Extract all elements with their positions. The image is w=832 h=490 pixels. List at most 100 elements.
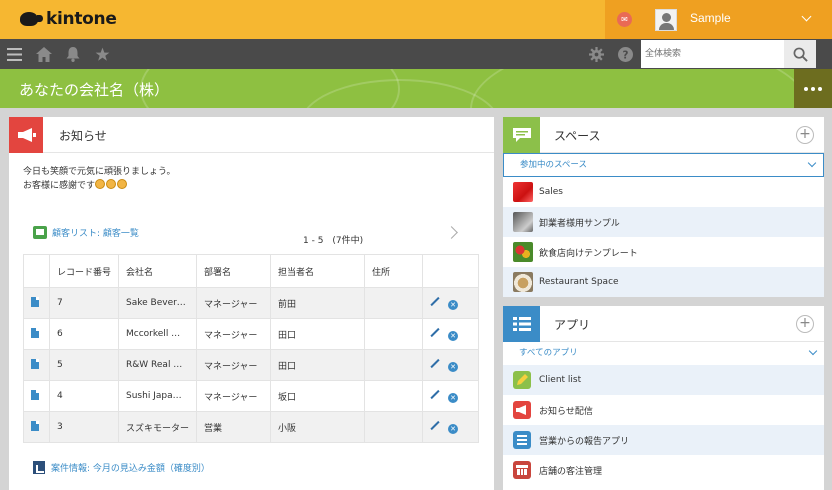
cell-address [364,287,424,319]
pencil-icon[interactable] [430,297,440,307]
document-icon [31,420,39,431]
space-item-label: 卸業者様用サンプル [539,218,620,229]
apps-filter-dropdown[interactable]: すべてのアプリ [503,342,824,366]
column-header-address[interactable]: 住所 [364,254,424,288]
table-header-row: レコード番号 会社名 部署名 担当者名 住所 [23,254,479,288]
smiley-icon [106,179,117,189]
cell-department: 営業 [196,411,272,443]
pager-text: 1 - 5 (7件中) [303,236,364,246]
more-options-button[interactable] [794,69,832,108]
home-icon[interactable] [34,39,54,69]
cell-address [364,349,424,381]
document-icon [31,327,39,338]
pencil-icon[interactable] [430,390,440,400]
dot-icon [818,86,822,91]
space-item-restaurant-template[interactable]: 飲食店向けテンプレート [503,237,824,267]
megaphone-icon [9,117,43,153]
add-space-button[interactable]: + [796,126,814,144]
pencil-icon[interactable] [430,421,440,431]
announcement-title: お知らせ [59,129,107,143]
app-item-store-orders[interactable]: 店舗の客注管理 [503,455,824,485]
spaces-panel: スペース + 参加中のスペース Sales 卸業者様用サンプル 飲食店向けテンプ… [503,117,824,297]
deal-report-label: 案件情報: 今月の見込み金額（確度別） [51,464,210,474]
cell-record-number: 5 [48,349,120,381]
cell-address [364,411,424,443]
pencil-icon[interactable] [430,328,440,338]
svg-text:?: ? [622,49,628,61]
document-icon [31,389,39,400]
document-icon [31,358,39,369]
delete-icon[interactable]: ✕ [448,423,459,434]
cell-company: スズキモーター [118,411,198,443]
announcement-panel: お知らせ 今日も笑顔で元気に頑張りましょう。 お客様に感謝です 顧客リスト: 顧… [9,117,494,490]
customer-list-link[interactable]: 顧客リスト: 顧客一覧 [33,226,139,239]
page-title: あなたの会社名（株） [19,81,170,99]
delete-icon[interactable]: ✕ [448,330,459,341]
cell-detail[interactable] [23,287,50,319]
app-item-announcement[interactable]: お知らせ配信 [503,395,824,425]
space-item-label: Sales [539,187,563,197]
cell-record-number: 4 [48,380,120,412]
cell-department: マネージャー [196,349,272,381]
pencil-app-icon [513,371,531,389]
search-input[interactable] [641,40,784,68]
apps-panel: アプリ + すべてのアプリ Client list お知らせ配信 営業からの報告… [503,306,824,490]
user-menu[interactable]: Sample [643,0,832,39]
kintone-cloud-icon [20,12,43,26]
cell-actions: ✕ [422,287,479,319]
space-thumbnail [513,242,533,262]
help-icon[interactable]: ? [615,39,635,69]
cell-person: 田口 [270,349,366,381]
chevron-down-icon [808,346,818,356]
announcement-line: 今日も笑顔で元気に頑張りましょう。 [23,167,176,177]
space-item-sales[interactable]: Sales [503,177,824,207]
search-icon [793,47,808,62]
app-item-client-list[interactable]: Client list [503,365,824,395]
chevron-right-icon[interactable] [445,226,458,239]
kintone-logo[interactable]: kintone [20,9,117,29]
delete-icon[interactable]: ✕ [448,361,459,372]
column-header-record-number[interactable]: レコード番号 [48,254,120,288]
delete-icon[interactable]: ✕ [448,392,459,403]
deal-report-link[interactable]: 案件情報: 今月の見込み金額（確度別） [33,461,210,474]
cell-detail[interactable] [23,411,50,443]
list-app-icon [513,431,531,449]
pencil-icon[interactable] [430,359,440,369]
spaces-title: スペース [554,129,601,143]
star-icon[interactable] [92,39,112,69]
space-item-wholesaler-sample[interactable]: 卸業者様用サンプル [503,207,824,237]
search-button[interactable] [784,40,816,68]
cell-detail[interactable] [23,349,50,381]
smiley-icon [95,179,106,189]
cell-detail[interactable] [23,318,50,350]
space-item-restaurant-space[interactable]: Restaurant Space [503,267,824,297]
cell-record-number: 7 [48,287,120,319]
cell-company: Sake Bever… [118,287,198,319]
gear-icon[interactable] [586,39,606,69]
spaces-header: スペース + [503,117,824,153]
space-thumbnail [513,182,533,202]
cell-record-number: 3 [48,411,120,443]
dot-icon [811,86,815,91]
cell-record-number: 6 [48,318,120,350]
list-icon [503,306,540,342]
app-item-label: 店舗の客注管理 [539,466,603,477]
cell-department: マネージャー [196,318,272,350]
column-header-blank [23,254,50,288]
cell-company: Sushi Japa… [118,380,198,412]
space-item-label: Restaurant Space [539,277,619,287]
bell-icon[interactable] [63,39,83,69]
cell-detail[interactable] [23,380,50,412]
apps-header: アプリ + [503,306,824,342]
delete-icon[interactable]: ✕ [448,299,459,310]
menu-icon[interactable] [4,39,24,69]
chart-icon [33,461,45,474]
space-thumbnail [513,272,533,292]
app-item-sales-report[interactable]: 営業からの報告アプリ [503,425,824,455]
spaces-filter-dropdown[interactable]: 参加中のスペース [503,153,824,177]
notification-button[interactable]: ✉ [605,0,643,39]
column-header-person[interactable]: 担当者名 [270,254,366,288]
column-header-department[interactable]: 部署名 [196,254,272,288]
add-app-button[interactable]: + [796,315,814,333]
column-header-company[interactable]: 会社名 [118,254,198,288]
